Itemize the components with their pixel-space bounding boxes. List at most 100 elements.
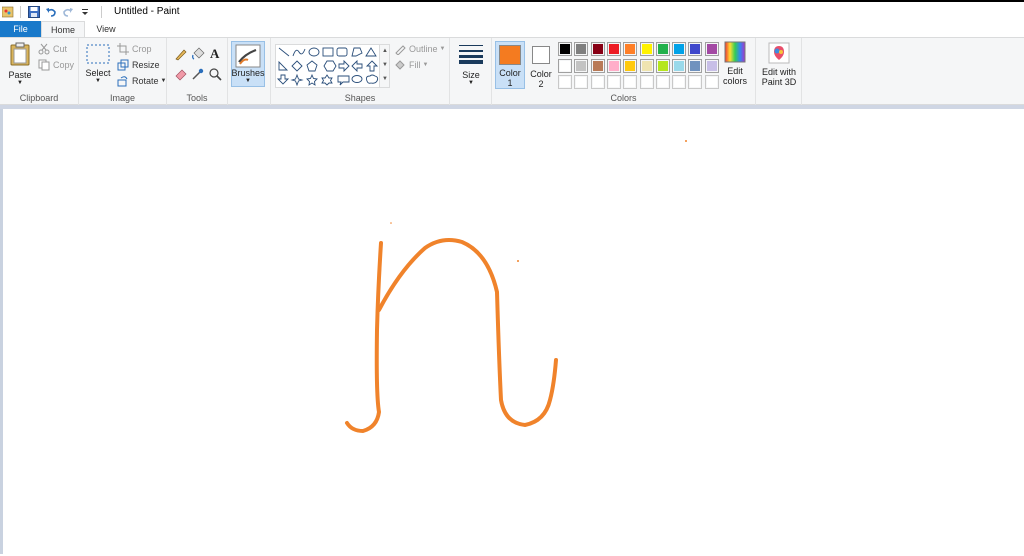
fill-button[interactable]: Fill ▼ — [394, 58, 428, 72]
palette-swatch[interactable] — [606, 58, 621, 73]
redo-icon — [63, 7, 73, 17]
palette-swatch[interactable] — [672, 42, 687, 56]
custom-color-slot[interactable] — [688, 75, 703, 89]
brushes-button[interactable]: Brushes ▼ — [231, 41, 265, 87]
swatch-color — [576, 60, 587, 71]
fill-bucket-icon[interactable] — [191, 47, 205, 61]
custom-color-slot[interactable] — [590, 75, 605, 89]
pencil-icon[interactable] — [174, 47, 188, 61]
drawing-canvas[interactable] — [0, 109, 1024, 554]
hexagon-shape-icon — [323, 60, 337, 72]
clipboard-group: Paste ▼ Cut Copy Clipboard — [0, 38, 79, 105]
edit-colors-label-2: colors — [722, 76, 747, 86]
palette-swatch[interactable] — [655, 42, 670, 56]
clipboard-group-label: Clipboard — [19, 93, 59, 103]
redo-button[interactable] — [61, 5, 75, 19]
palette-swatch[interactable] — [623, 58, 638, 73]
palette-swatch[interactable] — [558, 42, 572, 56]
crop-button[interactable]: Crop — [117, 42, 152, 56]
palette-swatch[interactable] — [639, 42, 654, 56]
palette-swatch[interactable] — [688, 42, 703, 56]
save-button[interactable] — [27, 5, 41, 19]
shapes-gallery-icons — [276, 47, 379, 87]
copy-label: Copy — [53, 60, 75, 70]
image-group: Select ▼ Crop Resize Rotate ▼ Image — [79, 38, 167, 105]
text-icon[interactable]: A — [208, 46, 222, 60]
palette-swatch[interactable] — [672, 58, 687, 73]
palette-swatch[interactable] — [606, 42, 621, 56]
six-point-star-shape-icon — [321, 74, 333, 86]
left-arrow-shape-icon — [351, 59, 363, 73]
swatch-color — [608, 60, 619, 71]
canvas-drawing — [345, 140, 687, 433]
colors-group-label: Colors — [610, 93, 637, 103]
drawn-dot — [685, 140, 687, 142]
custom-color-slot[interactable] — [623, 75, 638, 89]
magnifier-icon[interactable] — [208, 67, 222, 81]
size-group: Size ▼ — [450, 38, 492, 105]
shapes-gallery — [275, 44, 380, 88]
eraser-icon[interactable] — [174, 67, 188, 81]
customize-quick-access-button[interactable] — [78, 5, 92, 19]
custom-color-slot[interactable] — [639, 75, 654, 89]
palette-swatch[interactable] — [590, 42, 605, 56]
tab-file[interactable]: File — [0, 21, 41, 37]
outline-button[interactable]: Outline ▼ — [394, 42, 445, 56]
custom-color-slot[interactable] — [655, 75, 670, 89]
custom-color-slot[interactable] — [672, 75, 687, 89]
palette-swatch[interactable] — [704, 58, 719, 73]
scissors-icon — [38, 43, 50, 55]
select-button[interactable]: Select ▼ — [83, 44, 113, 84]
undo-button[interactable] — [44, 5, 58, 19]
cut-label: Cut — [53, 44, 68, 54]
resize-button[interactable]: Resize — [117, 58, 160, 72]
palette-swatch[interactable] — [558, 58, 572, 73]
size-button[interactable]: Size ▼ — [456, 42, 486, 86]
edit-with-paint3d-button[interactable]: Edit with Paint 3D — [758, 42, 800, 87]
right-arrow-shape-icon — [338, 59, 350, 73]
copy-button[interactable]: Copy — [38, 58, 74, 72]
color-picker-icon[interactable] — [191, 67, 205, 81]
palette-swatch[interactable] — [639, 58, 654, 73]
custom-color-slot[interactable] — [574, 75, 589, 89]
palette-swatch[interactable] — [590, 58, 605, 73]
swatch-color — [625, 60, 636, 71]
swatch-color — [657, 44, 668, 54]
palette-swatch[interactable] — [688, 58, 703, 73]
color1-button[interactable]: Color 1 — [495, 41, 525, 89]
color2-label: Color — [530, 69, 552, 79]
crop-label: Crop — [132, 44, 152, 54]
color1-swatch — [499, 45, 521, 65]
tab-home[interactable]: Home — [41, 21, 85, 37]
palette-swatch[interactable] — [655, 58, 670, 73]
oval-callout-shape-icon — [351, 75, 363, 83]
swatch-color — [706, 77, 717, 87]
swatch-color — [576, 77, 587, 87]
edit-colors-button[interactable]: Edit colors — [720, 41, 750, 86]
fill-label: Fill — [409, 60, 421, 70]
palette-swatch[interactable] — [574, 42, 589, 56]
paint-app-icon[interactable] — [2, 6, 14, 18]
pentagon-shape-icon — [306, 60, 318, 72]
down-arrow-shape-icon — [276, 74, 290, 85]
rotate-button[interactable]: Rotate ▼ — [117, 74, 166, 88]
swatch-color — [674, 60, 685, 71]
palette-swatch[interactable] — [623, 42, 638, 56]
paste-button[interactable]: Paste ▼ — [6, 42, 34, 86]
triangle-shape-icon — [365, 47, 377, 57]
swatch-color — [674, 77, 685, 87]
palette-swatch[interactable] — [704, 42, 719, 56]
swatch-color — [706, 44, 717, 54]
color2-button[interactable]: Color 2 — [527, 41, 555, 89]
rounded-callout-shape-icon — [337, 75, 350, 86]
tab-view[interactable]: View — [85, 21, 127, 37]
color2-number: 2 — [538, 79, 544, 89]
swatch-color — [657, 60, 668, 71]
palette-swatch[interactable] — [574, 58, 589, 73]
custom-color-slot[interactable] — [606, 75, 621, 89]
shapes-gallery-scroll[interactable]: ▲ ▼ ▼ — [380, 44, 390, 88]
custom-color-slot[interactable] — [558, 75, 572, 89]
cut-button[interactable]: Cut — [38, 42, 67, 56]
custom-color-slot[interactable] — [704, 75, 719, 89]
line-shape-icon — [278, 47, 290, 57]
